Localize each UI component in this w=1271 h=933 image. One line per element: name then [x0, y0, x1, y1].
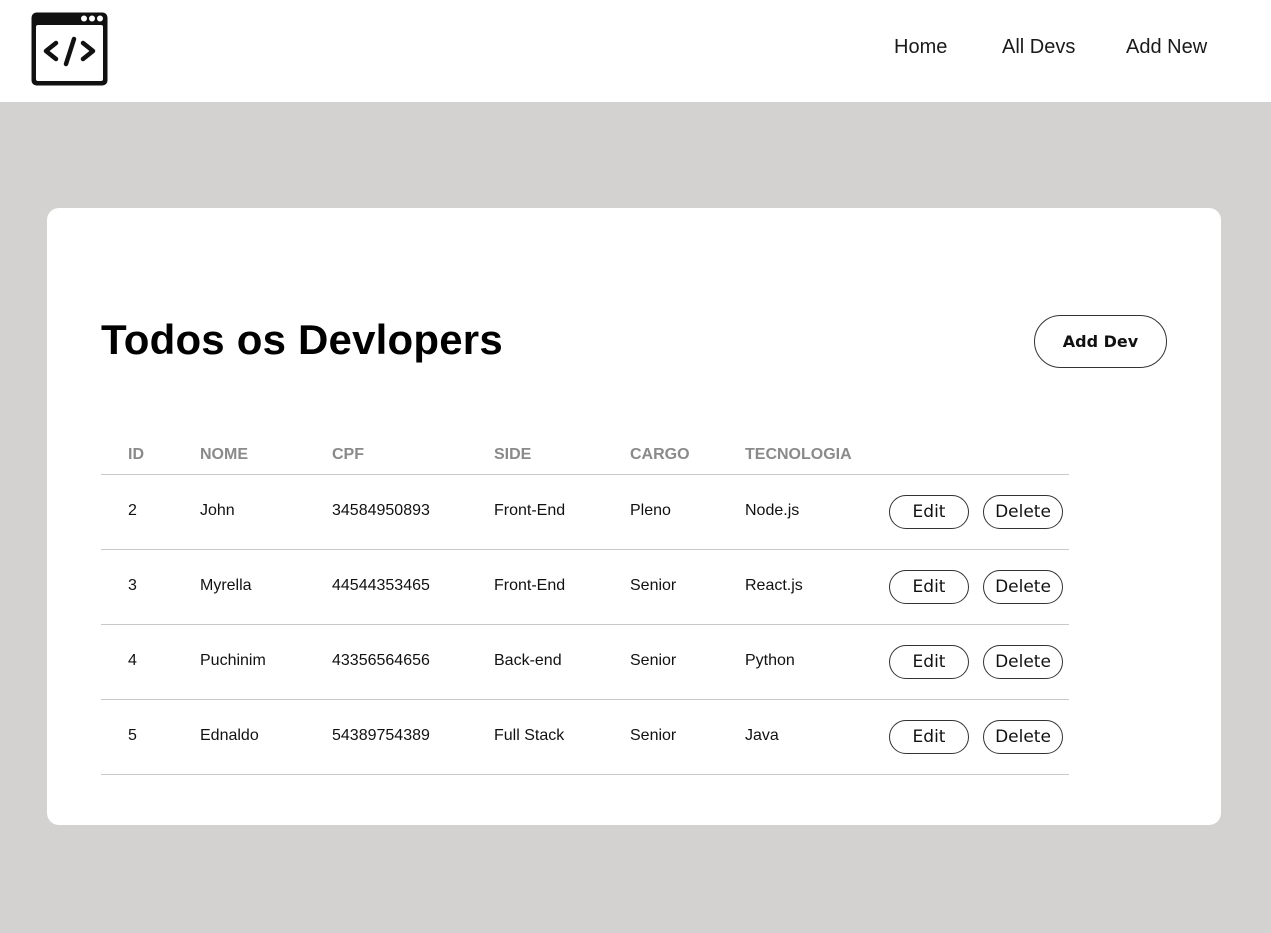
table-row: 4 Puchinim 43356564656 Back-end Senior P… [101, 625, 1069, 700]
cell-side: Full Stack [494, 727, 565, 744]
cell-side: Front-End [494, 502, 566, 519]
top-navbar: Home All Devs Add New [0, 0, 1271, 102]
cell-cpf: 34584950893 [332, 502, 430, 519]
cell-cargo: Senior [630, 652, 677, 669]
cell-side: Front-End [494, 577, 566, 594]
edit-button[interactable]: Edit [889, 570, 969, 604]
developers-card: Todos os Devlopers Add Dev ID NOME CPF S… [47, 208, 1221, 825]
cell-cargo: Senior [630, 577, 677, 594]
nav-add-new-link[interactable]: Add New [1126, 36, 1207, 59]
delete-button[interactable]: Delete [983, 645, 1063, 679]
nav-all-devs-link[interactable]: All Devs [1002, 36, 1075, 59]
cell-cpf: 54389754389 [332, 727, 430, 744]
cell-tecnologia: Java [745, 727, 779, 744]
edit-button[interactable]: Edit [889, 495, 969, 529]
cell-tecnologia: React.js [745, 577, 803, 594]
cell-nome: Ednaldo [200, 727, 259, 744]
table-row: 5 Ednaldo 54389754389 Full Stack Senior … [101, 700, 1069, 775]
cell-id: 5 [128, 727, 137, 744]
table-row: 2 John 34584950893 Front-End Pleno Node.… [101, 475, 1069, 550]
cell-cargo: Senior [630, 727, 677, 744]
edit-button[interactable]: Edit [889, 645, 969, 679]
delete-button[interactable]: Delete [983, 720, 1063, 754]
table-row: 3 Myrella 44544353465 Front-End Senior R… [101, 550, 1069, 625]
column-header-id: ID [128, 446, 144, 463]
code-window-icon[interactable] [30, 11, 109, 87]
nav-home-link[interactable]: Home [894, 36, 947, 59]
page-title: Todos os Devlopers [101, 316, 503, 363]
cell-nome: John [200, 502, 235, 519]
cell-id: 4 [128, 652, 137, 669]
cell-cpf: 43356564656 [332, 652, 430, 669]
cell-side: Back-end [494, 652, 562, 669]
developers-table: ID NOME CPF SIDE CARGO TECNOLOGIA 2 John… [101, 438, 1069, 775]
cell-nome: Myrella [200, 577, 252, 594]
table-header-row: ID NOME CPF SIDE CARGO TECNOLOGIA [101, 438, 1069, 475]
cell-cargo: Pleno [630, 502, 671, 519]
delete-button[interactable]: Delete [983, 495, 1063, 529]
cell-tecnologia: Node.js [745, 502, 800, 519]
delete-button[interactable]: Delete [983, 570, 1063, 604]
column-header-cpf: CPF [332, 446, 364, 463]
add-dev-button[interactable]: Add Dev [1034, 315, 1167, 368]
column-header-cargo: CARGO [630, 446, 690, 463]
cell-id: 3 [128, 577, 137, 594]
cell-cpf: 44544353465 [332, 577, 430, 594]
edit-button[interactable]: Edit [889, 720, 969, 754]
cell-id: 2 [128, 502, 137, 519]
column-header-nome: NOME [200, 446, 248, 463]
column-header-side: SIDE [494, 446, 532, 463]
cell-tecnologia: Python [745, 652, 795, 669]
cell-nome: Puchinim [200, 652, 266, 669]
column-header-tecnologia: TECNOLOGIA [745, 446, 852, 463]
